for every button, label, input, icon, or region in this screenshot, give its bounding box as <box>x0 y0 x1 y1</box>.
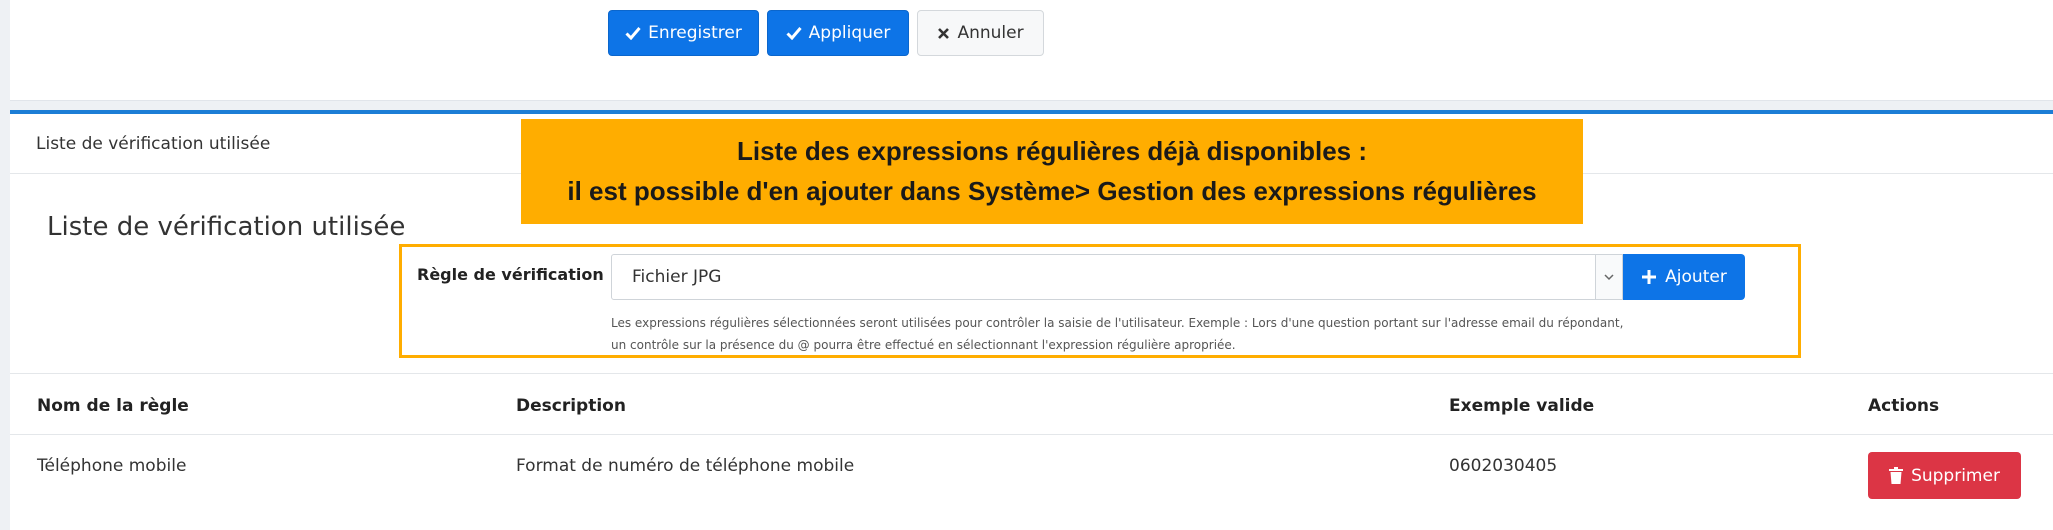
rule-description-cell: Format de numéro de téléphone mobile <box>516 456 855 476</box>
plus-icon <box>1642 270 1657 284</box>
apply-button-label: Appliquer <box>808 23 891 43</box>
delete-rule-button[interactable]: Supprimer <box>1868 452 2021 499</box>
chevron-down-icon[interactable] <box>1595 255 1622 299</box>
rule-help-text: Les expressions régulières sélectionnées… <box>611 312 1781 356</box>
save-button[interactable]: Enregistrer <box>608 10 759 56</box>
rule-select-value: Fichier JPG <box>632 267 722 287</box>
column-header-actions: Actions <box>1868 396 1940 416</box>
cancel-button[interactable]: Annuler <box>917 10 1044 56</box>
column-header-name: Nom de la règle <box>37 396 189 416</box>
card-header-title: Liste de vérification utilisée <box>36 134 271 154</box>
column-header-description: Description <box>516 396 626 416</box>
rule-select[interactable]: Fichier JPG <box>611 254 1623 300</box>
annotation-callout: Liste des expressions régulières déjà di… <box>521 119 1583 224</box>
apply-button[interactable]: Appliquer <box>767 10 909 56</box>
trash-icon <box>1889 467 1904 484</box>
page: Enregistrer Appliquer Annuler Liste de v… <box>0 0 2053 530</box>
help-line-1: Les expressions régulières sélectionnées… <box>611 316 1624 330</box>
column-header-example: Exemple valide <box>1449 396 1595 416</box>
toolbar-card: Enregistrer Appliquer Annuler <box>10 0 2053 101</box>
check-icon <box>625 27 641 40</box>
annotation-line-2: il est possible d'en ajouter dans Systèm… <box>567 176 1537 206</box>
help-line-2: un contrôle sur la présence du @ pourra … <box>611 338 1236 352</box>
check-icon <box>786 27 802 40</box>
rule-field-label: Règle de vérification <box>417 265 604 284</box>
delete-rule-button-label: Supprimer <box>1911 465 2000 486</box>
add-rule-button[interactable]: Ajouter <box>1623 254 1745 300</box>
rule-name-cell: Téléphone mobile <box>37 456 187 476</box>
cancel-button-label: Annuler <box>957 23 1024 43</box>
close-icon <box>938 27 950 39</box>
add-rule-button-label: Ajouter <box>1665 267 1727 287</box>
section-title: Liste de vérification utilisée <box>47 212 406 242</box>
table-header-divider <box>10 434 2053 435</box>
table-divider <box>10 373 2053 374</box>
save-button-label: Enregistrer <box>648 23 742 43</box>
annotation-line-1: Liste des expressions régulières déjà di… <box>736 136 1367 166</box>
rule-example-cell: 0602030405 <box>1449 456 1558 476</box>
